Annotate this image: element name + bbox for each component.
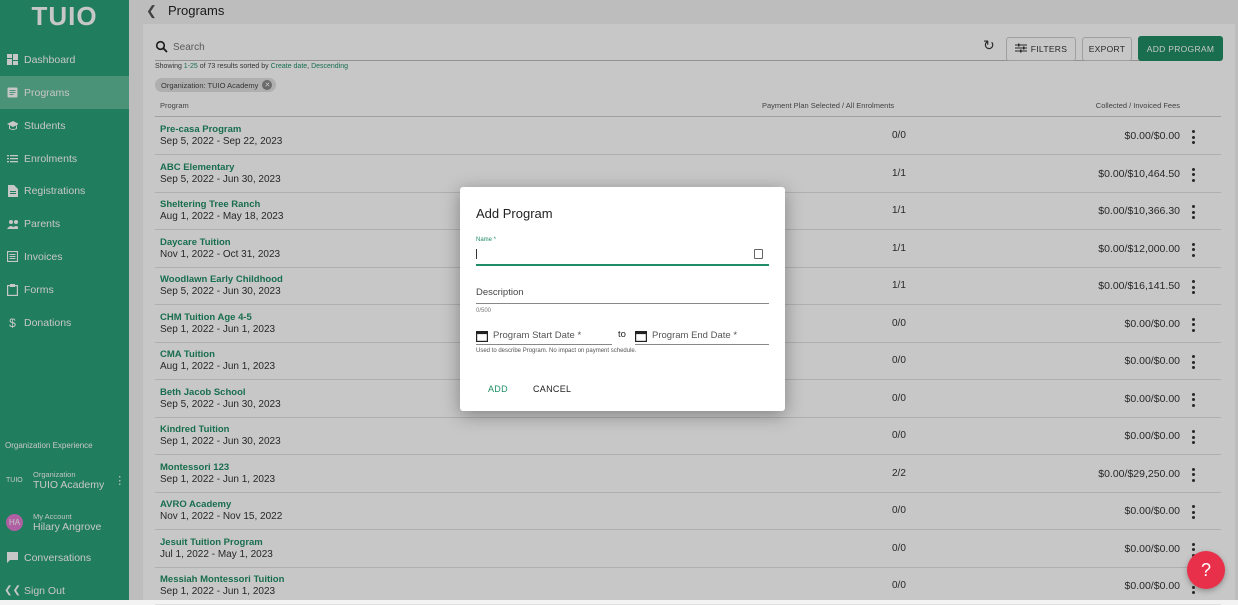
- description-label: Description: [476, 287, 524, 298]
- calendar-icon: [635, 330, 647, 342]
- add-program-dialog: Add Program Name * Description 0/500 Pro…: [460, 187, 785, 411]
- start-date-label: Program Start Date *: [493, 330, 582, 341]
- description-counter: 0/500: [476, 308, 492, 314]
- name-input[interactable]: [476, 249, 750, 266]
- add-button[interactable]: ADD: [488, 384, 508, 394]
- end-date-label: Program End Date *: [652, 330, 738, 341]
- name-field-label: Name *: [476, 237, 497, 243]
- start-date-field[interactable]: Program Start Date *: [476, 327, 612, 345]
- calendar-icon: [476, 330, 488, 342]
- description-field[interactable]: Description: [476, 287, 769, 304]
- text-caret: [476, 249, 477, 259]
- cancel-button[interactable]: CANCEL: [533, 384, 571, 394]
- date-helper-text: Used to describe Program. No impact on p…: [476, 348, 637, 354]
- name-field[interactable]: [476, 247, 769, 266]
- dialog-title: Add Program: [476, 206, 553, 221]
- end-date-field[interactable]: Program End Date *: [635, 327, 769, 345]
- date-range-separator: to: [618, 329, 626, 340]
- input-helper-icon[interactable]: [754, 249, 763, 259]
- help-button[interactable]: ?: [1187, 551, 1225, 589]
